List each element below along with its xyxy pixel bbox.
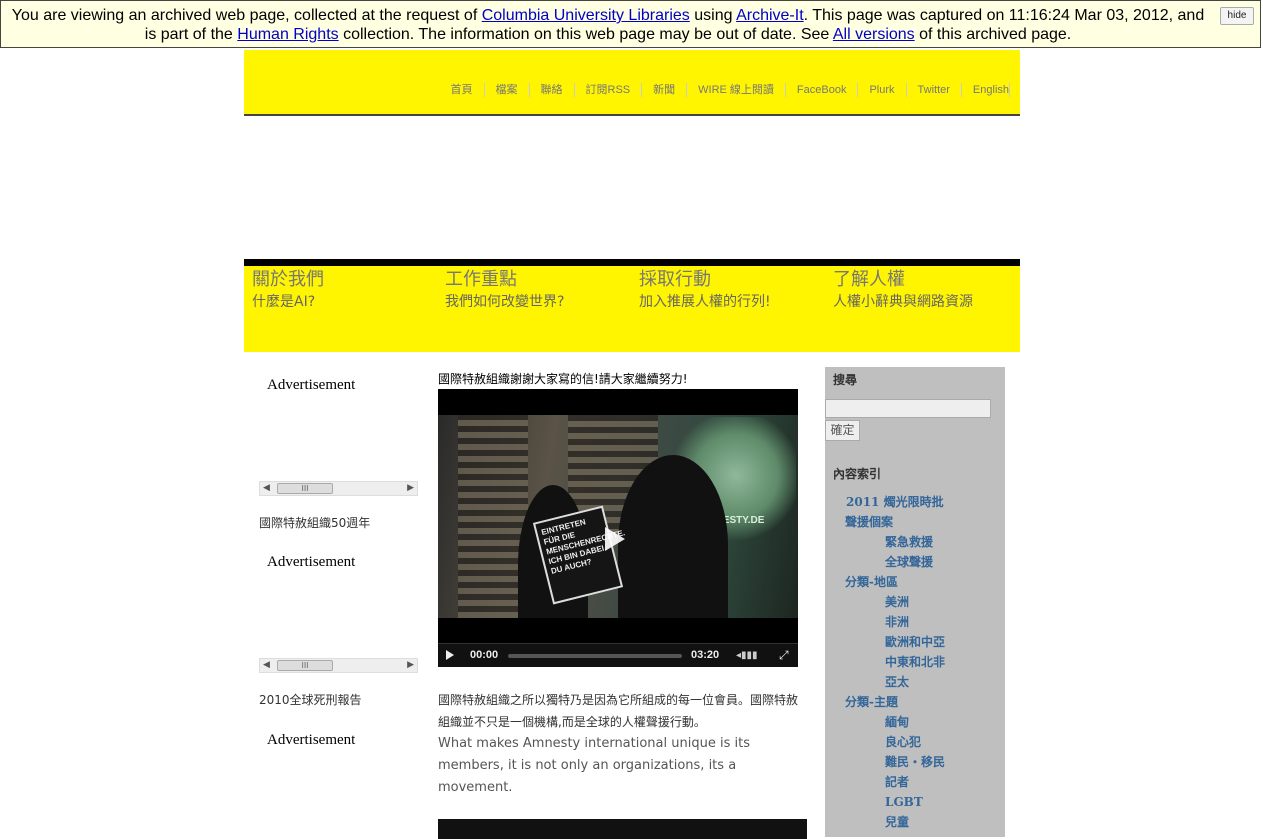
top-nav: 首頁 檔案 聯絡 訂閱RSS 新聞 WIRE 線上閱讀 FaceBook Plu… — [440, 83, 1010, 97]
section-title: 關於我們 — [252, 269, 324, 290]
description: 國際特赦組織之所以獨特乃是因為它所組成的每一位會員。國際特赦組織並不只是一個機構… — [438, 689, 798, 799]
index-item[interactable]: 中東和北非 — [885, 655, 945, 669]
play-icon[interactable] — [605, 527, 625, 551]
archive-it-link[interactable]: Archive-It — [736, 7, 804, 24]
archive-banner: You are viewing an archived web page, co… — [0, 0, 1261, 48]
video-title: 國際特赦組織謝謝大家寫的信!請大家繼續努力! — [438, 372, 688, 386]
banner-text: using — [689, 7, 737, 24]
human-rights-link[interactable]: Human Rights — [237, 26, 338, 43]
index-item[interactable]: 難民・移民 — [885, 755, 945, 769]
advertisement-label: Advertisement — [267, 377, 356, 393]
seek-bar[interactable] — [508, 654, 682, 658]
nav-wire[interactable]: WIRE 線上閱讀 — [687, 83, 786, 97]
current-time: 00:00 — [470, 649, 499, 661]
banner-text: You are viewing an archived web page, co… — [11, 7, 482, 24]
main-sections: 關於我們 什麼是AI? 工作重點 我們如何改變世界? 採取行動 加入推展人權的行… — [244, 266, 1020, 352]
nav-contact[interactable]: 聯絡 — [530, 83, 575, 97]
scroll-thumb[interactable]: III — [277, 660, 333, 671]
section-title: 工作重點 — [445, 269, 517, 290]
scroll-thumb[interactable]: III — [277, 483, 333, 494]
nav-twitter[interactable]: Twitter — [907, 83, 962, 97]
section-subtitle: 什麼是AI? — [252, 294, 316, 310]
scroll-right-icon[interactable]: ▶ — [407, 483, 414, 493]
play-button[interactable] — [446, 650, 454, 660]
index-item[interactable]: 歐洲和中亞 — [885, 635, 945, 649]
section-action[interactable]: 採取行動 加入推展人權的行列! — [639, 268, 771, 312]
section-subtitle: 我們如何改變世界? — [445, 294, 565, 310]
index-item[interactable]: 亞太 — [885, 675, 909, 689]
sections-divider — [244, 259, 1020, 266]
nav-news[interactable]: 新聞 — [642, 83, 688, 97]
nav-rss[interactable]: 訂閱RSS — [575, 83, 643, 97]
index-item[interactable]: 分類-主題 — [845, 695, 898, 709]
index-item[interactable]: 聲援個案 — [845, 515, 893, 529]
index-item[interactable]: 緊急救援 — [885, 535, 933, 549]
advertisement-label: Advertisement — [267, 554, 356, 570]
volume-icon[interactable]: ◂▮▮▮ — [736, 650, 766, 662]
link-death-penalty-report[interactable]: 2010全球死刑報告 — [259, 691, 362, 708]
index-label: 內容索引 — [833, 467, 882, 481]
index-item[interactable]: 全球聲援 — [885, 555, 933, 569]
all-versions-link[interactable]: All versions — [833, 26, 915, 43]
section-subtitle: 人權小辭典與網路資源 — [833, 294, 973, 310]
site-header: 首頁 檔案 聯絡 訂閱RSS 新聞 WIRE 線上閱讀 FaceBook Plu… — [244, 50, 1020, 116]
section-work[interactable]: 工作重點 我們如何改變世界? — [445, 268, 564, 312]
description-zh: 國際特赦組織之所以獨特乃是因為它所組成的每一位會員。國際特赦組織並不只是一個機構… — [438, 693, 799, 729]
video-controls: 00:00 03:20 ◂▮▮▮ ⤢ — [438, 643, 798, 667]
index-item[interactable]: 兒童 — [885, 815, 909, 829]
banner-text: collection. The information on this web … — [338, 26, 833, 43]
scroll-left-icon[interactable]: ◀ — [263, 483, 270, 493]
hide-button[interactable]: hide — [1220, 7, 1254, 25]
duration: 03:20 — [691, 649, 720, 661]
second-video[interactable] — [438, 819, 807, 839]
nav-facebook[interactable]: FaceBook — [786, 83, 859, 97]
index-item[interactable]: 記者 — [885, 775, 909, 789]
index-item[interactable]: 分類-地區 — [845, 575, 898, 589]
nav-plurk[interactable]: Plurk — [858, 83, 907, 97]
index-item[interactable]: LGBT — [885, 795, 923, 809]
link-ai-50th[interactable]: 國際特赦組織50週年 — [259, 514, 370, 531]
section-learn[interactable]: 了解人權 人權小辭典與網路資源 — [833, 268, 973, 312]
description-en: What makes Amnesty international unique … — [438, 736, 750, 795]
nav-archive[interactable]: 檔案 — [485, 83, 530, 97]
sidebar: 搜尋 確定 內容索引 2011 燭光限時批 聲援個案緊急救援全球聲援分類-地區美洲… — [825, 367, 1005, 837]
section-title: 了解人權 — [833, 269, 905, 290]
scroll-left-icon[interactable]: ◀ — [263, 660, 270, 670]
index-item[interactable]: 美洲 — [885, 595, 909, 609]
video-frame[interactable]: AMNESTY.DE EINTRETEN FÜR DIE MENSCHENREC… — [438, 415, 798, 618]
ad-scrollbar[interactable]: ◀ III ▶ — [259, 481, 418, 496]
index-item[interactable]: 緬甸 — [885, 715, 909, 729]
index-item[interactable]: 非洲 — [885, 615, 909, 629]
advertisement-label: Advertisement — [267, 732, 356, 748]
scroll-right-icon[interactable]: ▶ — [407, 660, 414, 670]
banner-text: of this archived page. — [914, 26, 1072, 43]
section-subtitle: 加入推展人權的行列! — [639, 294, 771, 310]
columbia-link[interactable]: Columbia University Libraries — [482, 7, 690, 24]
index-item[interactable]: 2011 燭光限時批 — [846, 495, 944, 509]
section-about[interactable]: 關於我們 什麼是AI? — [252, 268, 324, 312]
search-submit-button[interactable]: 確定 — [825, 420, 860, 441]
search-input[interactable] — [825, 399, 991, 418]
search-label: 搜尋 — [833, 373, 858, 387]
nav-home[interactable]: 首頁 — [440, 83, 485, 97]
nav-english[interactable]: English — [962, 83, 1010, 97]
video-player[interactable]: AMNESTY.DE EINTRETEN FÜR DIE MENSCHENREC… — [438, 389, 798, 667]
ad-scrollbar[interactable]: ◀ III ▶ — [259, 658, 418, 673]
index-item[interactable]: 良心犯 — [885, 735, 921, 749]
section-title: 採取行動 — [639, 269, 711, 290]
fullscreen-icon[interactable]: ⤢ — [779, 648, 789, 663]
